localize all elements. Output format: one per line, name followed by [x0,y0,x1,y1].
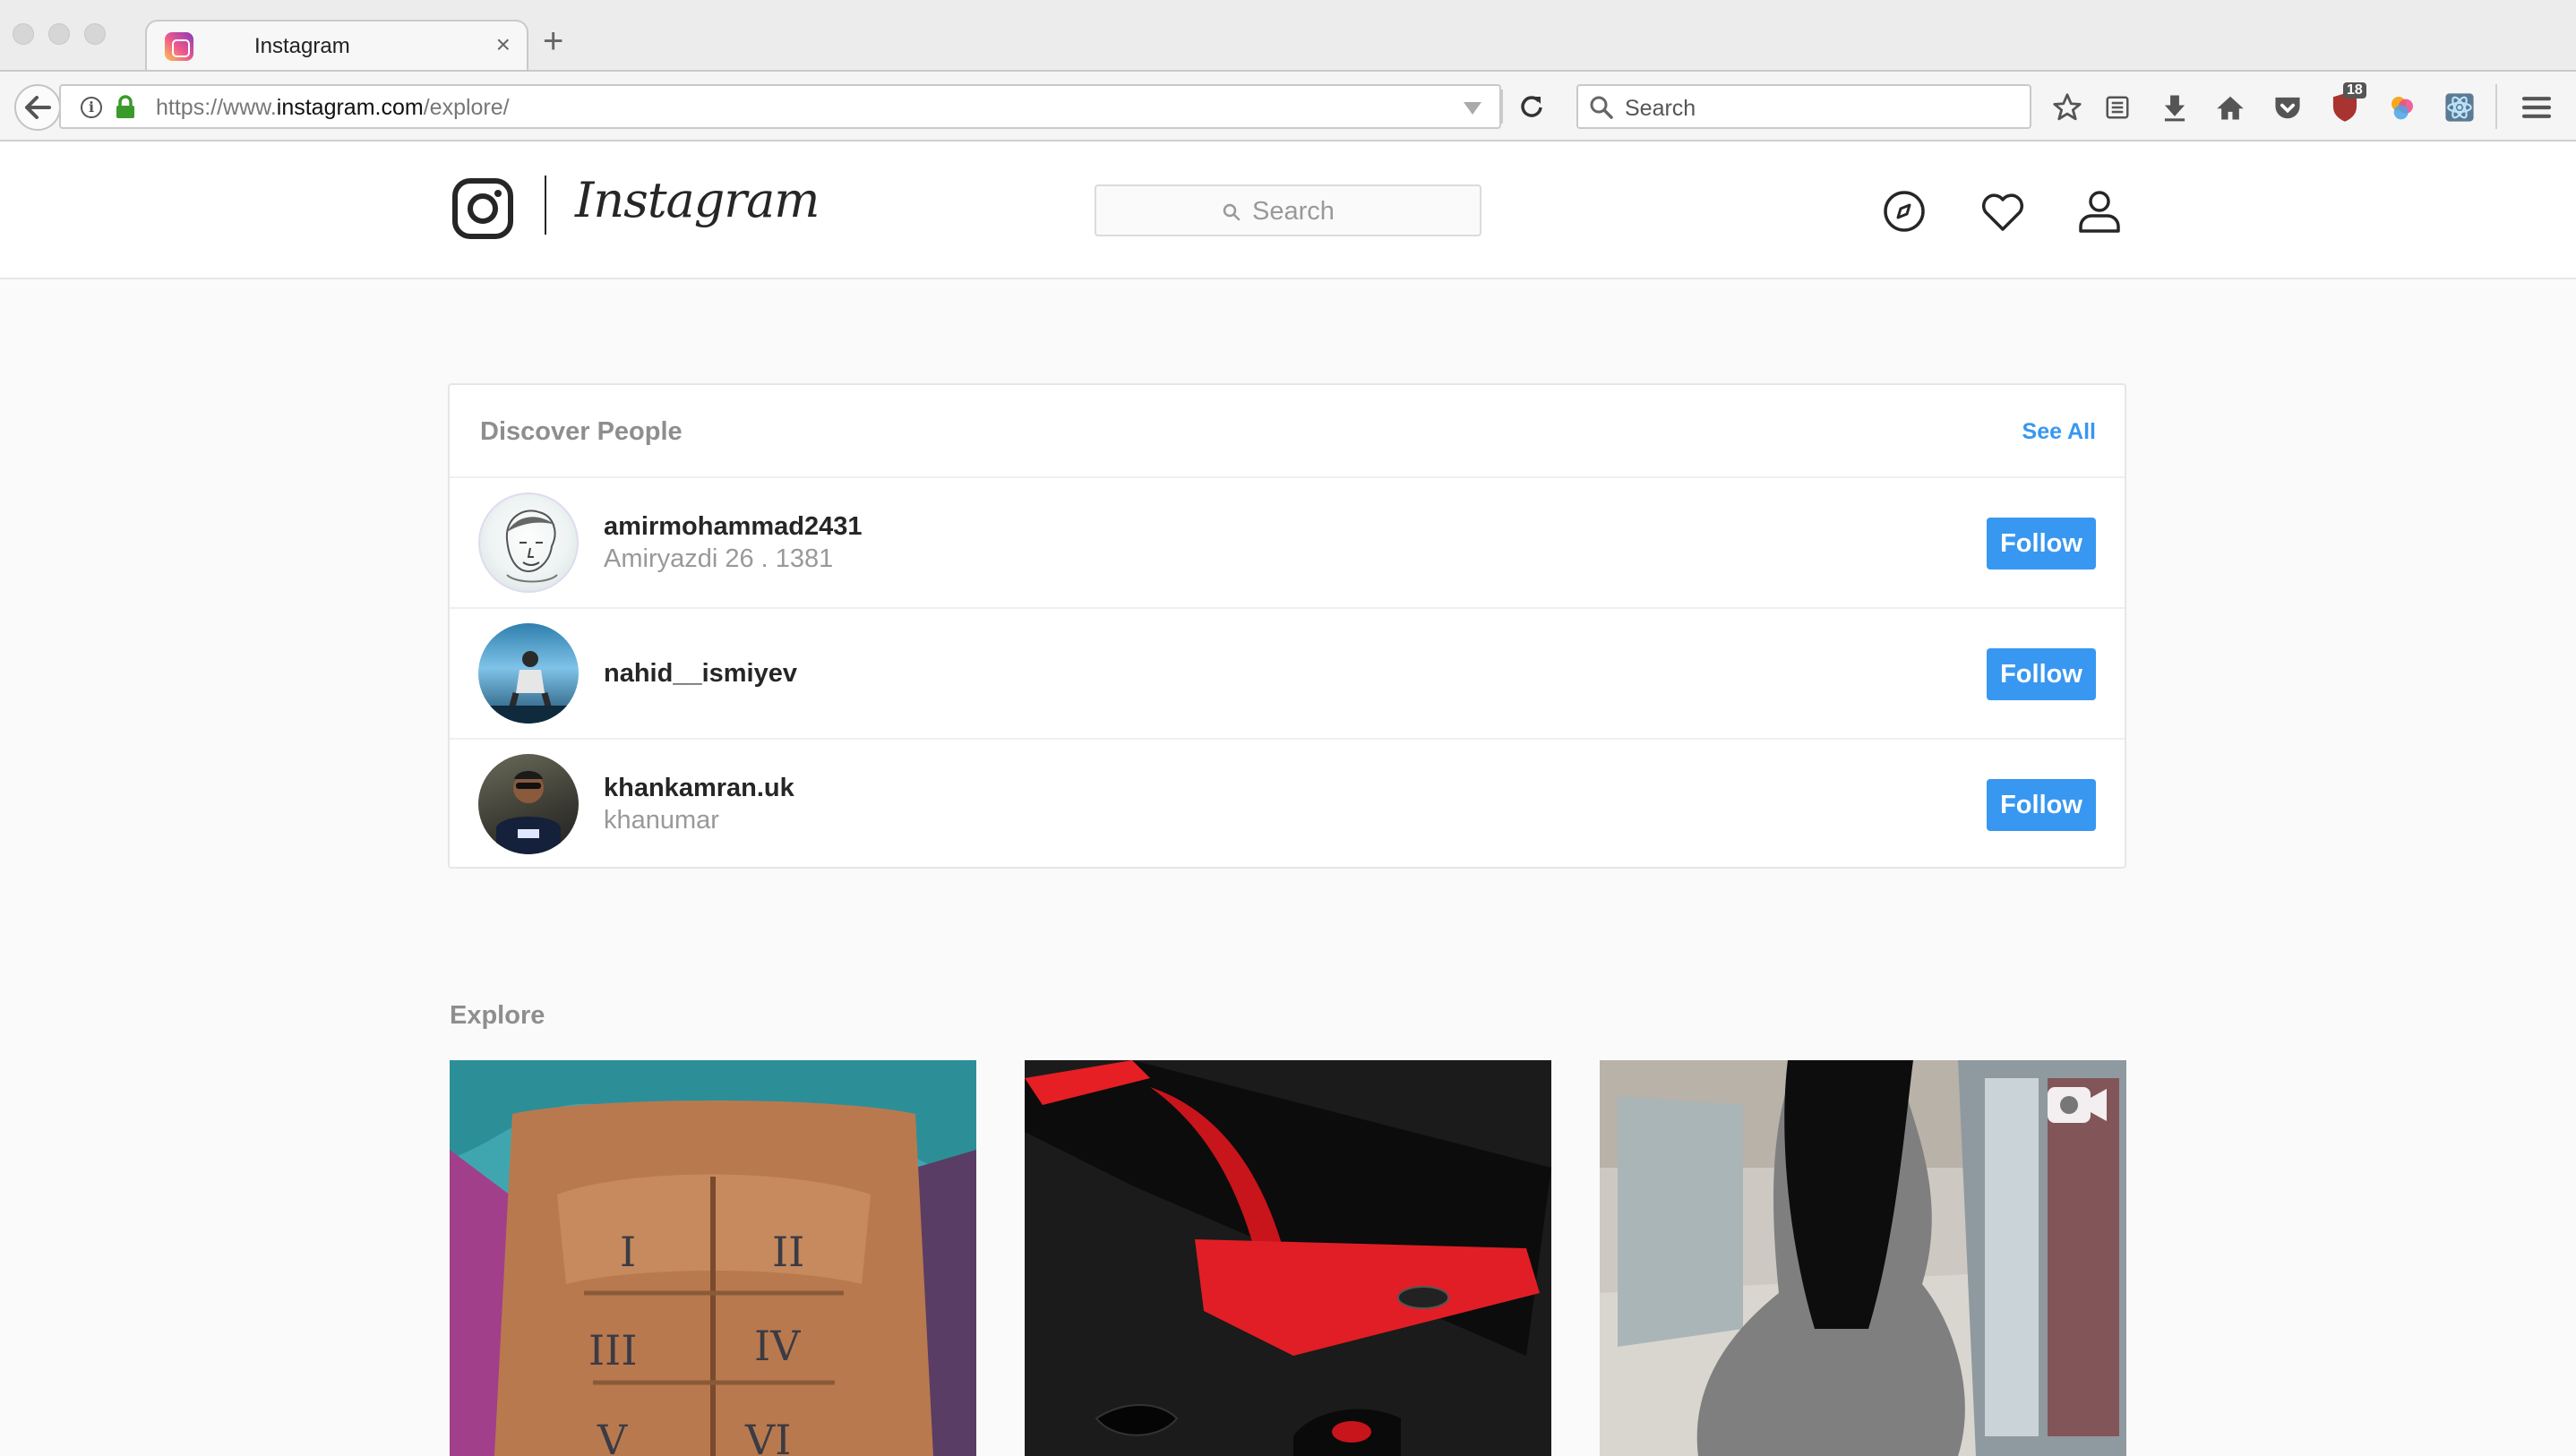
instagram-camera-logo-icon[interactable] [451,177,514,240]
follow-button[interactable]: Follow [1987,648,2096,700]
window-close-dot[interactable] [13,23,34,45]
reload-button[interactable] [1510,84,1553,129]
color-extension-icon[interactable] [2383,88,2422,127]
person-row: nahid__ismiyev Follow [450,609,2125,740]
window-zoom-dot[interactable] [84,23,106,45]
site-info-icon[interactable]: i [81,97,102,118]
discover-people-header: Discover People See All [450,385,2125,478]
tattoo-numeral: V [597,1416,628,1456]
person-username[interactable]: khankamran.uk [604,774,794,803]
follow-button[interactable]: Follow [1987,518,2096,570]
browser-search-placeholder: Search [1625,96,1696,121]
url-bar[interactable]: i https://www.instagram.com/explore/ [59,84,1501,129]
explore-compass-icon[interactable] [1877,184,1931,238]
search-icon [1223,203,1241,221]
browser-tab-bar: Instagram × + [0,0,2576,72]
browser-nav-bar: i https://www.instagram.com/explore/ Sea… [0,70,2576,141]
person-row: amirmohammad2431 Amiryazdi 26 . 1381 Fol… [450,478,2125,609]
instagram-header: Instagram Search [0,141,2576,279]
ublock-icon[interactable]: 18 [2325,82,2366,127]
explore-post-tile[interactable] [1025,1060,1551,1456]
instagram-search-placeholder: Search [1252,197,1335,226]
logo-divider [545,176,546,235]
person-fullname: Amiryazdi 26 . 1381 [604,544,834,573]
activity-heart-icon[interactable] [1976,184,2030,238]
tattoo-numeral: VI [744,1416,791,1456]
profile-user-icon[interactable] [2073,184,2126,238]
explore-post-tile[interactable] [1600,1060,2126,1456]
react-devtools-icon[interactable] [2440,88,2479,127]
person-username[interactable]: amirmohammad2431 [604,512,863,542]
avatar[interactable] [478,754,579,854]
reading-list-icon[interactable] [2098,88,2137,127]
ublock-count-badge: 18 [2343,82,2366,98]
reload-icon [1521,96,1542,117]
instagram-wordmark[interactable]: Instagram [575,172,820,228]
explore-post-image [1025,1060,1551,1456]
download-icon[interactable] [2155,88,2194,127]
follow-button[interactable]: Follow [1987,779,2096,831]
avatar[interactable] [478,623,579,724]
avatar[interactable] [478,492,579,593]
hamburger-menu-icon[interactable] [2517,88,2556,127]
browser-search-bar[interactable]: Search [1576,84,2031,129]
toolbar-divider [2495,84,2497,129]
explore-post-image: I II III IV V VI [450,1060,976,1456]
tattoo-numeral: II [772,1228,804,1276]
person-username[interactable]: nahid__ismiyev [604,659,797,689]
person-fullname: khanumar [604,806,719,835]
discover-people-title: Discover People [480,417,683,446]
tab-title: Instagram [254,34,350,58]
instagram-favicon-icon [165,32,193,61]
window-minimize-dot[interactable] [48,23,70,45]
explore-post-tile[interactable]: I II III IV V VI [450,1060,976,1456]
back-arrow-icon [25,96,51,119]
url-divider [1501,90,1503,124]
explore-title: Explore [450,1001,545,1030]
tattoo-numeral: III [588,1326,638,1375]
tattoo-numeral: IV [754,1322,801,1370]
pocket-icon[interactable] [2268,88,2307,127]
tab-close-icon[interactable]: × [496,30,511,59]
person-row: khankamran.uk khanumar Follow [450,740,2125,870]
lock-icon [116,95,134,118]
tattoo-numeral: I [620,1228,636,1276]
browser-tab-instagram[interactable]: Instagram × [145,20,528,72]
home-icon[interactable] [2211,88,2250,127]
url-history-dropdown-icon[interactable] [1464,102,1481,115]
see-all-link[interactable]: See All [2022,419,2096,445]
back-button[interactable] [14,84,61,131]
url-text[interactable]: https://www.instagram.com/explore/ [156,95,510,121]
explore-post-image [1600,1060,2126,1456]
new-tab-button[interactable]: + [543,21,563,62]
instagram-search-input[interactable]: Search [1095,184,1481,236]
bookmark-star-icon[interactable] [2048,88,2087,127]
search-icon [1590,96,1613,119]
discover-people-card: Discover People See All amirmohammad2431… [448,383,2126,869]
